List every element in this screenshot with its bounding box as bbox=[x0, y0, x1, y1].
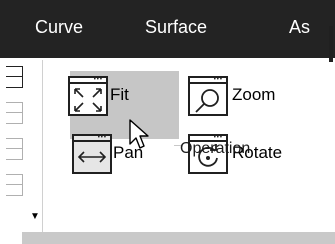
gallery-item-icon[interactable] bbox=[6, 174, 23, 196]
fit-icon: ••• bbox=[68, 76, 108, 116]
gallery-expand-icon[interactable]: ▼ bbox=[30, 211, 40, 222]
pan-button[interactable]: ••• Pan bbox=[70, 130, 178, 180]
mouse-pointer-icon bbox=[129, 119, 149, 149]
tab-separator bbox=[329, 26, 333, 62]
tab-curve[interactable]: Curve bbox=[35, 17, 83, 38]
status-strip bbox=[0, 232, 335, 244]
zoom-button[interactable]: ••• Zoom bbox=[186, 72, 326, 122]
gallery-panel: ▼ bbox=[0, 60, 43, 232]
status-strip-gap bbox=[0, 232, 22, 244]
gallery-item-icon[interactable] bbox=[6, 138, 23, 160]
cad-ribbon-window: Curve Surface As ▼ ••• Fit ••• Zoom ••• … bbox=[0, 0, 335, 244]
group-label-operation: Operation bbox=[180, 140, 251, 157]
ribbon-tab-bar: Curve Surface As bbox=[0, 0, 335, 60]
pan-icon: ••• bbox=[72, 134, 112, 174]
tab-assembly[interactable]: As bbox=[289, 17, 310, 38]
zoom-label: Zoom bbox=[232, 85, 276, 104]
gallery-item-icon[interactable] bbox=[6, 66, 23, 88]
gallery-item-icon[interactable] bbox=[6, 102, 23, 124]
fit-label: Fit bbox=[110, 85, 129, 104]
tab-surface[interactable]: Surface bbox=[145, 17, 207, 38]
zoom-icon: ••• bbox=[188, 76, 228, 116]
fit-button[interactable]: ••• Fit bbox=[68, 72, 168, 122]
